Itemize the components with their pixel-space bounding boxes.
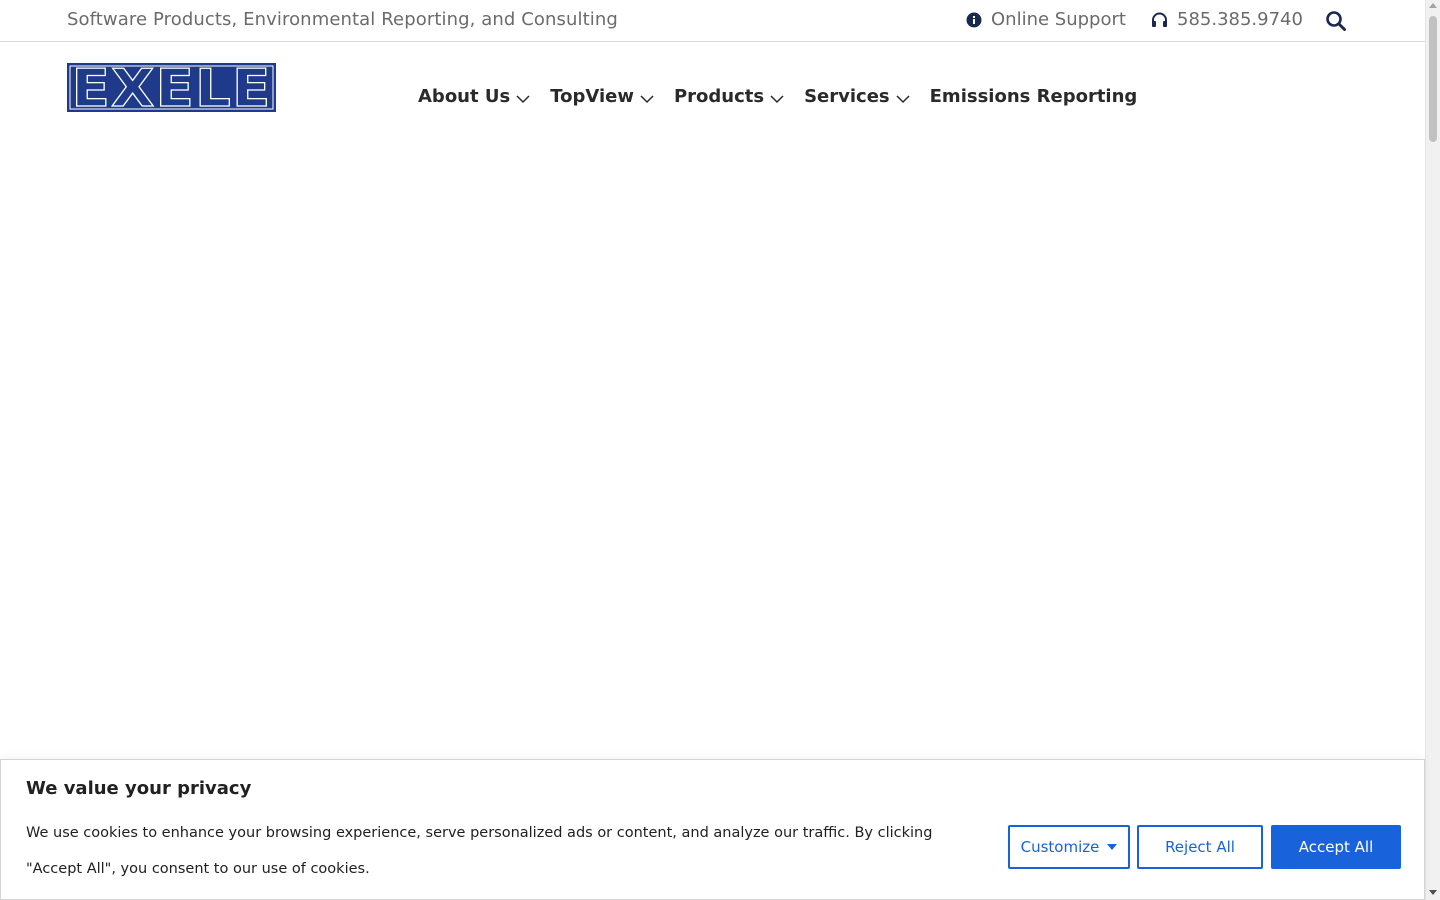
nav-item-products[interactable]: Products	[674, 86, 784, 107]
site-tagline: Software Products, Environmental Reporti…	[67, 9, 618, 30]
nav-item-label: TopView	[550, 86, 634, 107]
scrollbar-thumb[interactable]	[1429, 16, 1437, 142]
nav-item-about-us[interactable]: About Us	[418, 86, 530, 107]
nav-item-label: Products	[673, 86, 765, 107]
nav-item-label: Services	[804, 86, 890, 107]
primary-nav: About Us TopView Products Services Emiss…	[418, 86, 1157, 107]
top-utility-bar: Software Products, Environmental Reporti…	[0, 0, 1425, 42]
phone-link[interactable]: 585.385.9740	[1151, 9, 1303, 30]
chevron-down-icon	[640, 94, 654, 103]
online-support-label: Online Support	[991, 9, 1126, 30]
accept-all-button[interactable]: Accept All	[1271, 825, 1401, 869]
cookie-consent-banner: We value your privacy We use cookies to …	[0, 759, 1425, 900]
nav-item-topview[interactable]: TopView	[550, 86, 654, 107]
cookie-banner-text: We use cookies to enhance your browsing …	[26, 825, 933, 877]
page-scrollbar[interactable]	[1425, 0, 1440, 900]
chevron-down-icon	[516, 94, 530, 103]
phone-number: 585.385.9740	[1177, 9, 1303, 30]
nav-item-label: Emissions Reporting	[929, 86, 1138, 107]
caret-down-icon	[1107, 844, 1118, 850]
main-header: EXELE About Us TopView Products Services…	[0, 43, 1425, 153]
logo-text: EXELE	[72, 63, 272, 112]
reject-all-button[interactable]: Reject All	[1137, 825, 1263, 869]
nav-item-label: About Us	[418, 86, 511, 107]
customize-label: Customize	[1020, 838, 1100, 856]
nav-item-services[interactable]: Services	[804, 86, 910, 107]
customize-button[interactable]: Customize	[1008, 825, 1130, 869]
chevron-down-icon	[896, 94, 910, 103]
nav-item-emissions-reporting[interactable]: Emissions Reporting	[930, 86, 1138, 107]
online-support-link[interactable]: Online Support	[966, 9, 1126, 30]
chevron-down-icon	[770, 94, 784, 103]
scroll-up-arrow-icon[interactable]	[1429, 3, 1437, 8]
cookie-banner-title: We value your privacy	[26, 778, 252, 799]
scroll-down-arrow-icon[interactable]	[1429, 890, 1437, 895]
headset-icon	[1152, 12, 1167, 27]
search-icon[interactable]	[1325, 10, 1347, 32]
info-circle-icon	[966, 12, 982, 27]
exele-logo[interactable]: EXELE	[67, 63, 276, 112]
